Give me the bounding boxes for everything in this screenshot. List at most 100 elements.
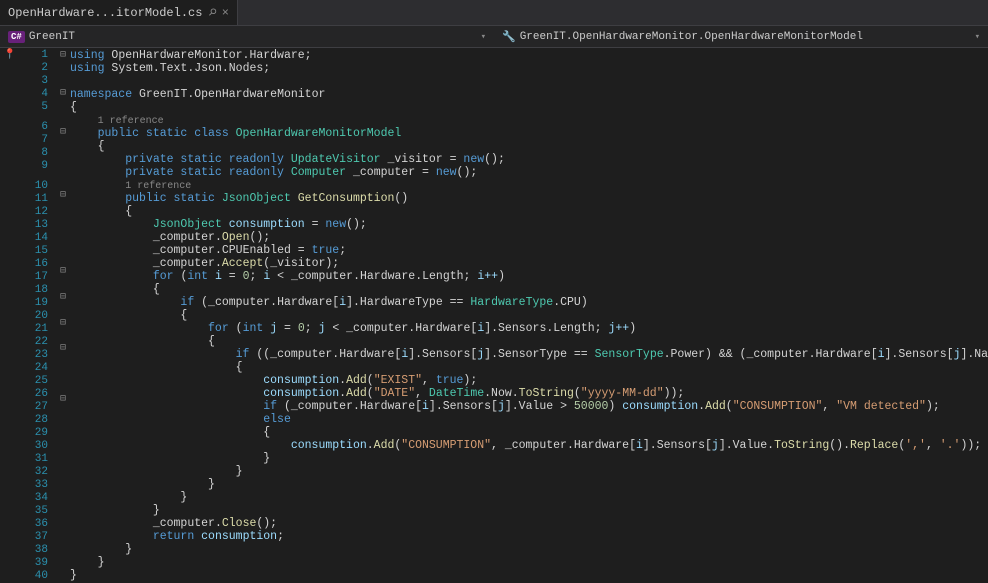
line-number: 38 bbox=[20, 544, 56, 557]
fold-toggle bbox=[56, 545, 70, 558]
fold-toggle bbox=[56, 533, 70, 546]
fold-toggle bbox=[56, 330, 70, 343]
fold-toggle bbox=[56, 164, 70, 177]
tab-bar: OpenHardware...itorModel.cs ⚲ × bbox=[0, 0, 988, 26]
fold-toggle bbox=[56, 495, 70, 508]
line-number: 3 bbox=[20, 75, 56, 88]
fold-toggle bbox=[56, 113, 70, 126]
fold-toggle[interactable]: ⊟ bbox=[56, 49, 70, 62]
line-number: 35 bbox=[20, 505, 56, 518]
line-number: 14 bbox=[20, 232, 56, 245]
fold-toggle[interactable]: ⊟ bbox=[56, 265, 70, 278]
fold-toggle bbox=[56, 176, 70, 189]
fold-toggle[interactable]: ⊟ bbox=[56, 291, 70, 304]
fold-toggle bbox=[56, 62, 70, 75]
fold-toggle bbox=[56, 139, 70, 152]
fold-toggle bbox=[56, 227, 70, 240]
line-number: 8 bbox=[20, 147, 56, 160]
line-number: 26 bbox=[20, 388, 56, 401]
line-number: 18 bbox=[20, 284, 56, 297]
fold-toggle bbox=[56, 355, 70, 368]
fold-toggle bbox=[56, 419, 70, 432]
line-number: 36 bbox=[20, 518, 56, 531]
line-number: 23 bbox=[20, 349, 56, 362]
line-number: 31 bbox=[20, 453, 56, 466]
fold-toggle[interactable]: ⊟ bbox=[56, 87, 70, 100]
line-number: 7 bbox=[20, 134, 56, 147]
glyph-margin: 📍 bbox=[0, 48, 20, 583]
tab-filename: OpenHardware...itorModel.cs bbox=[8, 6, 202, 20]
line-number: 17 bbox=[20, 271, 56, 284]
line-number: 27 bbox=[20, 401, 56, 414]
file-tab[interactable]: OpenHardware...itorModel.cs ⚲ × bbox=[0, 0, 238, 25]
fold-toggle bbox=[56, 278, 70, 291]
fold-toggle bbox=[56, 457, 70, 470]
fold-toggle bbox=[56, 406, 70, 419]
line-number: 33 bbox=[20, 479, 56, 492]
line-number: 16 bbox=[20, 258, 56, 271]
fold-toggle bbox=[56, 253, 70, 266]
fold-toggle[interactable]: ⊟ bbox=[56, 189, 70, 202]
navigation-bar: C# GreenIT ▾ 🔧 GreenIT.OpenHardwareMonit… bbox=[0, 26, 988, 48]
line-number: 12 bbox=[20, 206, 56, 219]
line-number: 32 bbox=[20, 466, 56, 479]
line-number bbox=[20, 173, 56, 180]
line-number: 9 bbox=[20, 160, 56, 173]
codelens-reference[interactable]: 1 reference bbox=[98, 116, 164, 127]
line-number: 6 bbox=[20, 121, 56, 134]
folding-column: ⊟ ⊟ ⊟ ⊟ ⊟ ⊟ ⊟ ⊟ ⊟ bbox=[56, 48, 70, 583]
fold-toggle bbox=[56, 444, 70, 457]
line-number: 29 bbox=[20, 427, 56, 440]
line-number: 25 bbox=[20, 375, 56, 388]
line-number: 24 bbox=[20, 362, 56, 375]
line-number bbox=[20, 114, 56, 121]
fold-toggle bbox=[56, 482, 70, 495]
code-editor[interactable]: 📍 12345678910111213141516171819202122232… bbox=[0, 48, 988, 583]
fold-toggle bbox=[56, 151, 70, 164]
codelens-reference[interactable]: 1 reference bbox=[125, 181, 191, 192]
line-number: 39 bbox=[20, 557, 56, 570]
close-icon[interactable]: × bbox=[222, 6, 229, 20]
chevron-down-icon: ▾ bbox=[975, 32, 980, 42]
fold-toggle bbox=[56, 215, 70, 228]
fold-toggle bbox=[56, 240, 70, 253]
line-number: 20 bbox=[20, 310, 56, 323]
fold-toggle bbox=[56, 469, 70, 482]
line-number: 10 bbox=[20, 180, 56, 193]
line-number: 13 bbox=[20, 219, 56, 232]
scope-dropdown[interactable]: 🔧 GreenIT.OpenHardwareMonitor.OpenHardwa… bbox=[494, 30, 988, 44]
fold-toggle[interactable]: ⊟ bbox=[56, 393, 70, 406]
fold-toggle[interactable]: ⊟ bbox=[56, 317, 70, 330]
project-dropdown[interactable]: C# GreenIT ▾ bbox=[0, 31, 494, 43]
line-number: 22 bbox=[20, 336, 56, 349]
line-number: 19 bbox=[20, 297, 56, 310]
project-name: GreenIT bbox=[29, 31, 75, 43]
line-number: 30 bbox=[20, 440, 56, 453]
fold-toggle bbox=[56, 507, 70, 520]
track-changes-icon[interactable]: 📍 bbox=[0, 49, 20, 62]
line-number: 2 bbox=[20, 62, 56, 75]
line-number: 28 bbox=[20, 414, 56, 427]
fold-toggle bbox=[56, 431, 70, 444]
wrench-icon: 🔧 bbox=[502, 30, 516, 44]
line-number: 40 bbox=[20, 570, 56, 583]
fold-toggle bbox=[56, 202, 70, 215]
fold-toggle bbox=[56, 304, 70, 317]
code-content[interactable]: using OpenHardwareMonitor.Hardware; usin… bbox=[70, 48, 988, 583]
fold-toggle[interactable]: ⊟ bbox=[56, 342, 70, 355]
fold-toggle bbox=[56, 368, 70, 381]
line-number: 15 bbox=[20, 245, 56, 258]
fold-toggle bbox=[56, 381, 70, 394]
fold-toggle bbox=[56, 571, 70, 583]
line-number: 21 bbox=[20, 323, 56, 336]
fold-toggle bbox=[56, 75, 70, 88]
pin-icon[interactable]: ⚲ bbox=[208, 7, 215, 19]
fold-toggle bbox=[56, 558, 70, 571]
fold-toggle bbox=[56, 520, 70, 533]
fold-toggle[interactable]: ⊟ bbox=[56, 126, 70, 139]
fold-toggle bbox=[56, 100, 70, 113]
line-number: 5 bbox=[20, 101, 56, 114]
chevron-down-icon: ▾ bbox=[481, 32, 486, 42]
line-number-gutter: 1234567891011121314151617181920212223242… bbox=[20, 48, 56, 583]
line-number: 4 bbox=[20, 88, 56, 101]
